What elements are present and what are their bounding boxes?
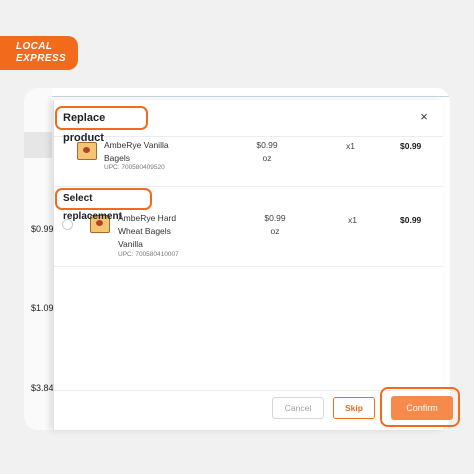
original-product-name: AmbeRye Vanilla Bagels: [104, 140, 169, 163]
confirm-button[interactable]: Confirm: [391, 396, 453, 420]
modal-title: Replace product: [55, 106, 148, 144]
close-icon[interactable]: ×: [417, 110, 431, 124]
price-unit: oz: [270, 226, 280, 236]
divider: [54, 136, 443, 137]
original-product-qty: x1: [346, 141, 355, 151]
logo-line-2: EXPRESS: [16, 53, 67, 64]
cancel-button[interactable]: Cancel: [272, 397, 324, 419]
background-divider: [52, 96, 450, 97]
local-express-logo: LOCAL EXPRESS: [0, 36, 78, 70]
original-product-total: $0.99: [400, 141, 422, 151]
divider: [54, 266, 443, 267]
original-product-price: $0.99 oz: [252, 139, 282, 165]
replacement-product-total: $0.99: [400, 215, 422, 225]
background-price: $0.99: [31, 224, 54, 234]
replacement-product-price: $0.99 oz: [260, 212, 290, 238]
background-price: $1.09: [31, 303, 54, 313]
replacement-product-upc: UPC: 700580410007: [118, 251, 179, 258]
select-replacement-label: Select replacement: [55, 188, 152, 222]
original-product-upc: UPC: 700580409520: [104, 164, 165, 171]
background-header-band: [24, 132, 52, 158]
replace-product-modal: × AmbeRye Vanilla Bagels UPC: 7005804095…: [53, 100, 460, 430]
price-value: $0.99: [264, 213, 286, 223]
skip-button[interactable]: Skip: [333, 397, 375, 419]
replacement-product-name[interactable]: AmbeRye Hard Wheat Bagels Vanilla: [118, 212, 198, 251]
price-value: $0.99: [256, 140, 278, 150]
divider: [54, 186, 443, 187]
logo-line-1: LOCAL: [16, 41, 53, 52]
background-price: $3.84: [31, 383, 54, 393]
replacement-product-qty: x1: [348, 215, 357, 225]
background-order-column: [24, 88, 52, 430]
price-unit: oz: [262, 153, 272, 163]
